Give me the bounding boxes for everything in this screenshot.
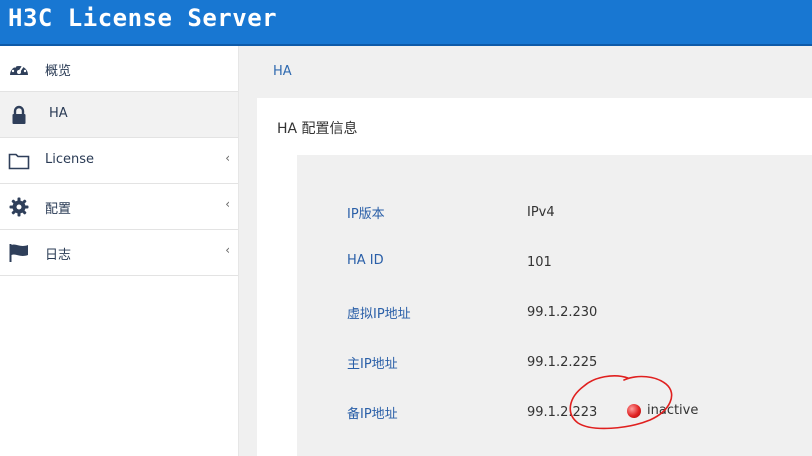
info-row-standby-ip: 备IP地址 99.1.2.223 inactive: [297, 403, 812, 427]
standby-status: inactive: [627, 403, 698, 418]
gear-icon: [8, 197, 30, 217]
row-label: 虚拟IP地址: [347, 307, 411, 322]
sidebar-item-label: 概览: [45, 64, 72, 79]
breadcrumb[interactable]: HA: [273, 64, 292, 79]
folder-icon: [8, 151, 30, 171]
chevron-left-icon: ‹: [225, 197, 230, 211]
sidebar-item-label: 日志: [45, 248, 72, 263]
info-row-primary-ip: 主IP地址 99.1.2.225: [297, 353, 812, 377]
sidebar-item-config[interactable]: 配置 ‹: [0, 184, 238, 230]
sidebar-item-label: 配置: [45, 202, 72, 217]
dashboard-icon: [8, 59, 30, 79]
info-row-virtual-ip: 虚拟IP地址 99.1.2.230: [297, 303, 812, 327]
flag-icon: [8, 243, 30, 263]
lock-icon: [8, 105, 30, 125]
row-value: IPv4: [527, 205, 555, 220]
row-value: 99.1.2.223: [527, 405, 598, 420]
status-dot-icon: [627, 403, 641, 418]
row-label: 备IP地址: [347, 407, 398, 422]
row-value: 99.1.2.225: [527, 355, 598, 370]
chevron-left-icon: ‹: [225, 151, 230, 165]
row-label: 主IP地址: [347, 357, 398, 372]
status-text: inactive: [647, 403, 699, 418]
sidebar-item-label: HA: [49, 106, 68, 121]
ha-config-panel: HA 配置信息 IP版本 IPv4 HA ID 101 虚拟IP地址 99.1.…: [257, 98, 812, 456]
row-label: HA ID: [347, 253, 384, 268]
main-content: HA HA 配置信息 IP版本 IPv4 HA ID 101 虚拟IP地址 99…: [239, 46, 812, 456]
sidebar-item-ha[interactable]: HA: [0, 92, 238, 138]
sidebar: 概览 HA License ‹ 配置 ‹ 日志 ‹: [0, 46, 239, 456]
info-row-ip-version: IP版本 IPv4: [297, 203, 812, 227]
row-value: 99.1.2.230: [527, 305, 598, 320]
row-label: IP版本: [347, 207, 385, 222]
row-value: 101: [527, 255, 552, 270]
sidebar-item-logs[interactable]: 日志 ‹: [0, 230, 238, 276]
sidebar-item-license[interactable]: License ‹: [0, 138, 238, 184]
ha-info-card: IP版本 IPv4 HA ID 101 虚拟IP地址 99.1.2.230 主I…: [297, 155, 812, 456]
sidebar-item-label: License: [45, 152, 95, 167]
info-row-ha-id: HA ID 101: [297, 253, 812, 277]
top-bar: H3C License Server: [0, 0, 812, 46]
chevron-left-icon: ‹: [225, 243, 230, 257]
sidebar-item-overview[interactable]: 概览: [0, 46, 238, 92]
panel-title: HA 配置信息: [277, 121, 358, 137]
app-title: H3C License Server: [8, 4, 278, 32]
